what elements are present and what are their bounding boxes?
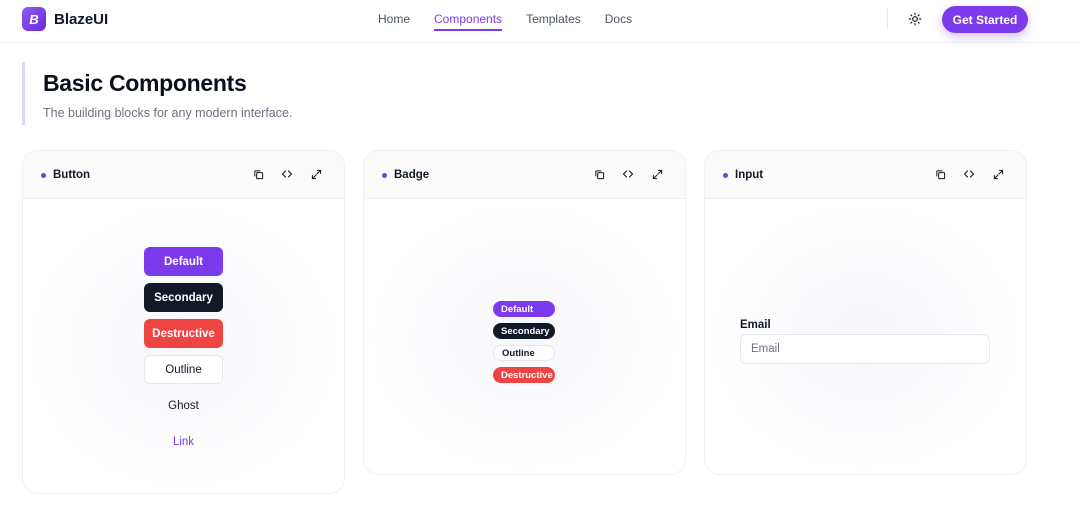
default-badge: Default <box>493 301 555 317</box>
card-preview: Email <box>705 199 1026 474</box>
ghost-button[interactable]: Ghost <box>144 391 223 420</box>
card-preview: Default Secondary Outline Destructive <box>364 199 685 474</box>
nav-templates[interactable]: Templates <box>526 12 581 31</box>
copy-icon[interactable] <box>593 168 605 180</box>
code-icon[interactable] <box>622 168 634 180</box>
button-variants: Default Secondary Destructive Outline Gh… <box>144 247 223 456</box>
copy-icon[interactable] <box>252 168 264 180</box>
sun-icon[interactable] <box>906 10 924 28</box>
outline-button[interactable]: Outline <box>144 355 223 384</box>
expand-icon[interactable] <box>310 168 322 180</box>
header-divider <box>887 9 888 29</box>
button-card: Button Default Secondary Destructive Out… <box>22 150 345 494</box>
card-header: Button <box>23 151 344 199</box>
expand-icon[interactable] <box>992 168 1004 180</box>
nav-home[interactable]: Home <box>378 12 410 31</box>
top-navbar: B BlazeUI Home Components Templates Docs… <box>0 0 1080 43</box>
brand-name: BlazeUI <box>54 10 109 28</box>
main-nav: Home Components Templates Docs <box>378 12 632 31</box>
logo-icon: B <box>22 7 46 31</box>
code-icon[interactable] <box>963 168 975 180</box>
nav-components[interactable]: Components <box>434 12 503 31</box>
card-preview: Default Secondary Destructive Outline Gh… <box>23 199 344 493</box>
secondary-badge: Secondary <box>493 323 555 339</box>
card-header: Badge <box>364 151 685 199</box>
link-button[interactable]: Link <box>144 427 223 456</box>
email-label: Email <box>740 319 771 331</box>
bullet-dot <box>723 172 728 178</box>
email-input[interactable] <box>740 334 990 364</box>
destructive-badge: Destructive <box>493 367 555 383</box>
card-title: Input <box>735 169 764 181</box>
card-tools <box>593 168 663 180</box>
expand-icon[interactable] <box>651 168 663 180</box>
code-icon[interactable] <box>281 168 293 180</box>
outline-badge: Outline <box>493 345 555 361</box>
input-card: Input Email <box>704 150 1027 475</box>
bullet-dot <box>41 172 46 178</box>
bullet-dot <box>382 172 387 178</box>
destructive-button[interactable]: Destructive <box>144 319 223 348</box>
page-subtitle: The building blocks for any modern inter… <box>43 106 293 120</box>
card-tools <box>934 168 1004 180</box>
badge-card: Badge Default Secondary Outline Destruct… <box>363 150 686 475</box>
secondary-button[interactable]: Secondary <box>144 283 223 312</box>
default-button[interactable]: Default <box>144 247 223 276</box>
get-started-button[interactable]: Get Started <box>942 6 1028 33</box>
email-field-group: Email <box>740 319 990 364</box>
page-title: Basic Components <box>43 70 247 96</box>
nav-docs[interactable]: Docs <box>605 12 632 31</box>
card-header: Input <box>705 151 1026 199</box>
badge-variants: Default Secondary Outline Destructive <box>493 301 555 383</box>
brand-logo[interactable]: B BlazeUI <box>22 7 108 31</box>
copy-icon[interactable] <box>934 168 946 180</box>
card-tools <box>252 168 322 180</box>
card-title: Badge <box>394 169 430 181</box>
section-header: Basic Components The building blocks for… <box>22 62 292 125</box>
card-title: Button <box>53 169 91 181</box>
